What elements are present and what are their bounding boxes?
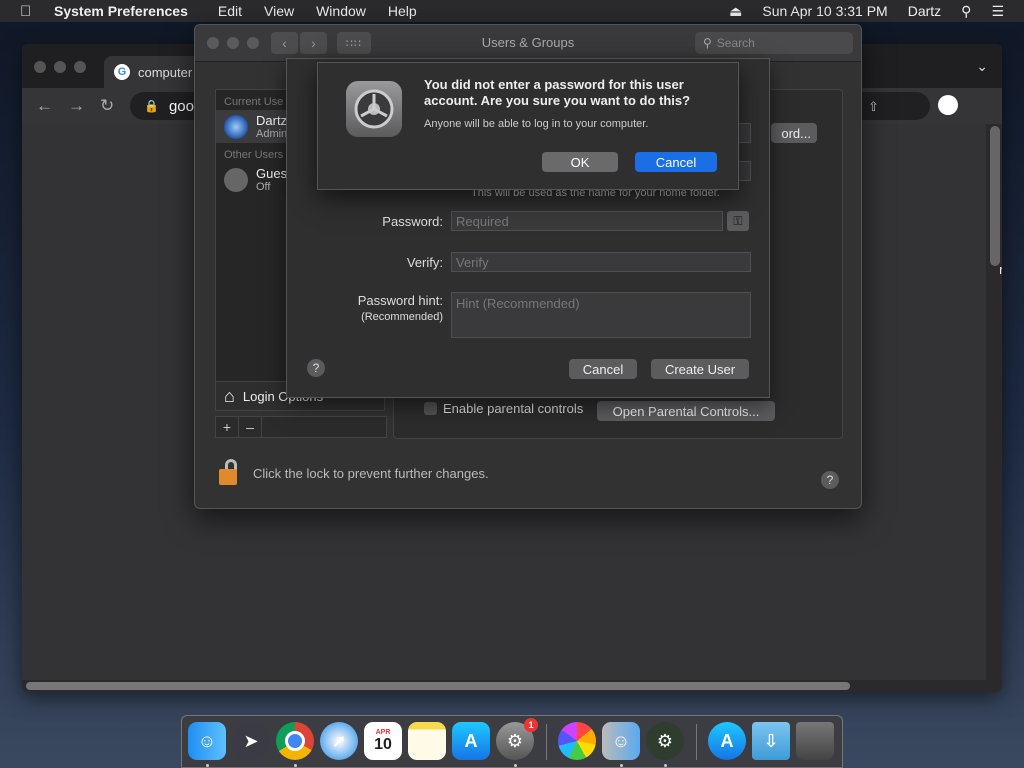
running-indicator: [206, 764, 209, 767]
syspref-search-input[interactable]: ⚲ Search: [695, 32, 853, 54]
avatar: [224, 115, 248, 139]
horizontal-scrollbar[interactable]: [26, 682, 850, 690]
trash-icon[interactable]: [796, 722, 834, 760]
launchpad-icon[interactable]: ➤: [232, 722, 270, 760]
add-remove-user-buttons: + –: [215, 416, 387, 438]
running-indicator: [664, 764, 667, 767]
syspref-titlebar: ‹ › ∷∷ Users & Groups ⚲ Search: [195, 25, 861, 62]
system-preferences-gear-icon: [346, 81, 402, 137]
menu-app-name[interactable]: System Preferences: [54, 3, 188, 19]
password-field[interactable]: Required: [451, 211, 723, 231]
hint-sublabel: (Recommended): [361, 311, 443, 323]
menu-edit[interactable]: Edit: [218, 3, 242, 19]
finder-icon[interactable]: ☺: [188, 722, 226, 760]
menu-bar:  System Preferences Edit View Window He…: [0, 0, 1024, 22]
hint-label: Password hint:: [357, 293, 443, 308]
close-window-icon[interactable]: [34, 61, 46, 73]
menu-window[interactable]: Window: [316, 3, 366, 19]
user-name: Gues: [256, 166, 288, 181]
sheet-cancel-button[interactable]: Cancel: [569, 359, 637, 379]
password-placeholder: Required: [456, 213, 509, 229]
verify-field[interactable]: Verify: [451, 252, 751, 272]
apple-menu-icon[interactable]: : [20, 3, 40, 20]
minimize-window-icon[interactable]: [54, 61, 66, 73]
running-indicator: [514, 764, 517, 767]
eject-icon[interactable]: ⏏: [729, 3, 742, 20]
profile-avatar[interactable]: [938, 95, 958, 115]
user-role: Admin: [256, 128, 288, 140]
hint-field[interactable]: Hint (Recommended): [451, 292, 751, 338]
help-button[interactable]: ?: [821, 471, 839, 489]
lock-row: Click the lock to prevent further change…: [219, 459, 489, 487]
back-arrow-icon[interactable]: ←: [36, 96, 53, 116]
avatar: [224, 168, 248, 192]
verify-placeholder: Verify: [456, 254, 489, 270]
search-icon: ⚲: [703, 36, 712, 50]
parental-controls-row: Enable parental controls: [424, 401, 583, 416]
vertical-scrollbar[interactable]: [990, 126, 1000, 266]
dock-separator: [696, 724, 697, 760]
menu-view[interactable]: View: [264, 3, 294, 19]
alert-ok-button[interactable]: OK: [542, 152, 618, 172]
help-button[interactable]: ?: [307, 359, 325, 377]
dock-separator: [546, 724, 547, 760]
update-badge: 1: [524, 718, 538, 732]
syspref-search-placeholder: Search: [716, 36, 755, 50]
lock-message: Click the lock to prevent further change…: [253, 465, 489, 481]
app-store-downloads-icon[interactable]: A: [708, 722, 746, 760]
app-store-icon[interactable]: A: [452, 722, 490, 760]
spotlight-search-icon[interactable]: ⚲: [961, 3, 971, 20]
verify-label: Verify:: [406, 255, 443, 270]
remove-user-button[interactable]: –: [239, 417, 262, 437]
forward-arrow-icon[interactable]: →: [68, 96, 85, 116]
change-password-button[interactable]: ord...: [771, 123, 817, 143]
notes-icon[interactable]: [408, 722, 446, 760]
chrome-icon[interactable]: [276, 722, 314, 760]
safari-compass-icon[interactable]: ➚: [320, 722, 358, 760]
zoom-window-icon[interactable]: [74, 61, 86, 73]
password-assistant-key-icon[interactable]: ⚿: [727, 211, 749, 231]
house-icon: ⌂: [224, 385, 235, 406]
calendar-icon[interactable]: APR 10: [364, 722, 402, 760]
running-indicator: [620, 764, 623, 767]
alert-title: You did not enter a password for this us…: [424, 77, 691, 108]
page-edge-text: m: [999, 262, 1002, 277]
create-user-button[interactable]: Create User: [651, 359, 749, 379]
photos-icon[interactable]: [558, 722, 596, 760]
system-preferences-icon[interactable]: ⚙ 1: [496, 718, 538, 760]
running-indicator: [294, 764, 297, 767]
disk-utility-icon[interactable]: ⚙: [646, 722, 684, 760]
reload-icon[interactable]: ↻: [100, 96, 114, 116]
unlocked-padlock-icon[interactable]: [219, 459, 239, 487]
no-password-alert: You did not enter a password for this us…: [317, 62, 739, 190]
dock: ☺ ➤ ➚ APR 10 A ⚙ 1 ☺ ⚙ A ⇩: [181, 715, 843, 768]
chrome-tab-title: computer: [138, 64, 193, 80]
menu-help[interactable]: Help: [388, 3, 417, 19]
tab-search-chevron-icon[interactable]: ⌄: [976, 58, 988, 75]
hint-placeholder: Hint (Recommended): [456, 296, 580, 311]
alert-message: Anyone will be able to log in to your co…: [424, 118, 649, 130]
secure-lock-icon: 🔒: [144, 99, 159, 113]
menubar-user[interactable]: Dartz: [908, 3, 941, 19]
add-user-button[interactable]: +: [216, 417, 239, 437]
migration-assistant-icon[interactable]: ☺: [602, 722, 640, 760]
parental-controls-label: Enable parental controls: [443, 401, 584, 416]
user-role: Off: [256, 181, 271, 193]
share-icon[interactable]: ⇧: [868, 99, 879, 115]
control-center-icon[interactable]: ☰: [991, 3, 1004, 20]
calendar-day: 10: [374, 735, 392, 753]
parental-controls-checkbox[interactable]: [424, 402, 437, 415]
password-label: Password:: [382, 214, 443, 229]
alert-cancel-button[interactable]: Cancel: [635, 152, 717, 172]
user-name: Dartz: [256, 113, 288, 128]
downloads-folder-icon[interactable]: ⇩: [752, 722, 790, 760]
google-favicon-icon: G: [114, 64, 130, 80]
open-parental-controls-button[interactable]: Open Parental Controls...: [597, 401, 775, 421]
calendar-month: APR: [375, 728, 391, 736]
menubar-clock[interactable]: Sun Apr 10 3:31 PM: [762, 3, 887, 19]
